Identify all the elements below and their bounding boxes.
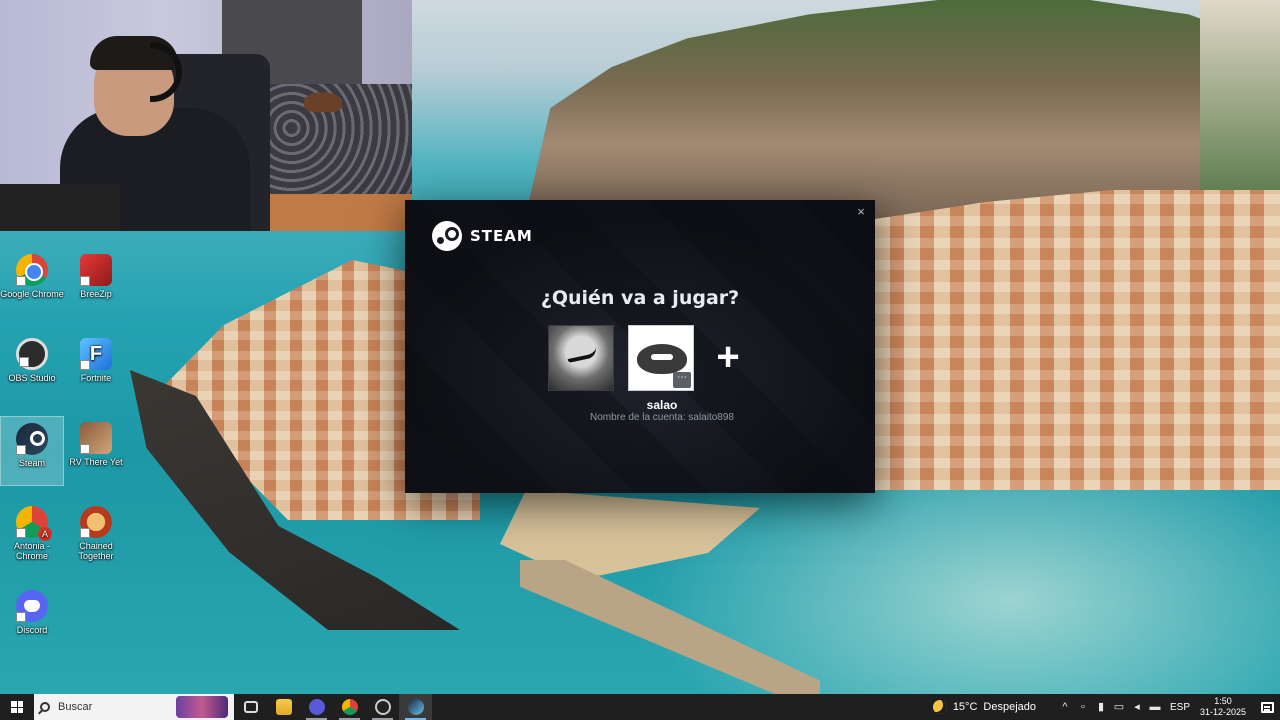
obs-icon [374,699,391,715]
steam-account-picker-dialog: × STEAM ¿Quién va a jugar? ⋯ + salao Nom… [405,200,875,493]
desktop-icon-discord[interactable]: Discord [0,584,64,654]
account-list: ⋯ + [548,324,748,392]
search-highlight-image [176,696,228,718]
steam-logo: STEAM [432,221,533,251]
weather-condition: Despejado [983,701,1036,713]
discord-icon [16,590,48,622]
desktop-icon-google-chrome[interactable]: Google Chrome [0,248,64,318]
taskbar-search[interactable]: Buscar [34,694,234,720]
rv-there-yet-icon [80,422,112,454]
weather-temperature: 15°C [952,701,978,713]
chevron-up-icon[interactable]: ^ [1057,694,1073,720]
taskbar-chrome[interactable] [333,694,366,720]
desktop-icon-label: OBS Studio [8,373,56,383]
add-account-button[interactable]: + [708,337,748,378]
microphone-icon[interactable]: ▮ [1093,694,1109,720]
desktop-icon-rv-there-yet[interactable]: RV There Yet [64,416,128,486]
shortcut-arrow-icon [80,276,90,286]
nike-swoosh-icon [566,346,598,364]
moon-icon [932,700,947,714]
desktop-icon-label: Antonia - Chrome [13,541,51,561]
steam-logo-text: STEAM [470,227,533,245]
desktop-icon-label: Chained Together [78,541,114,561]
taskbar-steam[interactable] [399,694,432,720]
volume-icon[interactable]: ◂ [1129,694,1145,720]
selected-account-name: salao [646,398,678,412]
steam-icon [407,699,424,715]
desktop-icon-obs-studio[interactable]: OBS Studio [0,332,64,402]
notification-icon [1260,701,1274,713]
shortcut-arrow-icon [16,445,26,455]
input-language[interactable]: ESP [1170,702,1190,713]
webcam-floor [260,194,412,231]
shortcut-arrow-icon [16,276,26,286]
blob-avatar-icon [637,344,687,374]
start-button[interactable] [0,694,34,720]
desktop-icon-label: Google Chrome [0,289,64,299]
clock-date: 31-12-2025 [1199,707,1247,717]
desktop-icon-chained-together[interactable]: Chained Together [64,500,128,570]
steam-logo-icon [432,221,462,251]
selected-account-username: Nombre de la cuenta: salaito898 [590,412,734,423]
notification-center-button[interactable] [1254,694,1280,720]
taskbar: Buscar 15°C Despejado ^ ▫ ▮ ▭ ◂ ▬ ESP 1:… [0,694,1280,720]
wallpaper-town-right [860,190,1280,490]
taskbar-obs-studio[interactable] [366,694,399,720]
webcam-overlay [0,0,412,231]
shortcut-arrow-icon [16,612,26,622]
desktop-icons: Google Chrome BreeZip OBS Studio F Fortn… [0,248,140,668]
shortcut-arrow-icon [19,357,29,367]
desktop-icon-breezip[interactable]: BreeZip [64,248,128,318]
desktop-icon-antonia-chrome[interactable]: Antonia - Chrome [0,500,64,570]
task-view-icon [243,701,258,713]
close-icon[interactable]: × [853,204,869,220]
desktop-icon-steam[interactable]: Steam [0,416,64,486]
obs-icon [16,338,48,370]
wallpaper-pier [520,560,820,694]
system-tray: ^ ▫ ▮ ▭ ◂ ▬ [1056,694,1164,720]
breezip-icon [80,254,112,286]
chrome-profile-icon [16,506,52,541]
webcam-hat [304,92,342,112]
desktop-icon-label: Steam [18,458,45,468]
app-icon [308,699,325,715]
chrome-icon [341,699,358,715]
tray-app-icon[interactable]: ▫ [1075,694,1091,720]
battery-icon[interactable]: ▬ [1147,694,1163,720]
dialog-heading: ¿Quién va a jugar? [540,287,740,309]
taskbar-task-view[interactable] [234,694,267,720]
windows-logo-icon [11,701,23,713]
shortcut-arrow-icon [80,444,90,454]
account-avatar-2[interactable]: ⋯ [628,325,694,391]
account-options-button[interactable]: ⋯ [673,372,691,388]
chained-together-icon [80,506,112,538]
desktop-icon-label: RV There Yet [69,457,123,467]
webcam-desk [0,184,120,231]
taskbar-clock[interactable]: 1:50 31-12-2025 [1198,696,1248,718]
search-icon [40,702,50,712]
desktop-icon-label: Discord [16,625,48,635]
search-placeholder: Buscar [58,701,93,713]
folder-icon [275,699,292,715]
taskbar-file-explorer[interactable] [267,694,300,720]
desktop-icon-label: Fortnite [80,373,112,383]
desktop-icon-fortnite[interactable]: F Fortnite [64,332,128,402]
desktop-icon-label: BreeZip [80,289,112,299]
chrome-icon [16,254,48,286]
shortcut-arrow-icon [16,528,26,538]
clock-time: 1:50 [1214,696,1232,706]
taskbar-weather[interactable]: 15°C Despejado [932,700,1042,714]
account-avatar-1[interactable] [548,325,614,391]
taskbar-app-obs-blue[interactable] [300,694,333,720]
network-icon[interactable]: ▭ [1111,694,1127,720]
shortcut-arrow-icon [80,360,90,370]
shortcut-arrow-icon [80,528,90,538]
fortnite-icon: F [80,338,112,370]
steam-icon [16,423,48,455]
wallpaper-hills [1200,0,1280,200]
